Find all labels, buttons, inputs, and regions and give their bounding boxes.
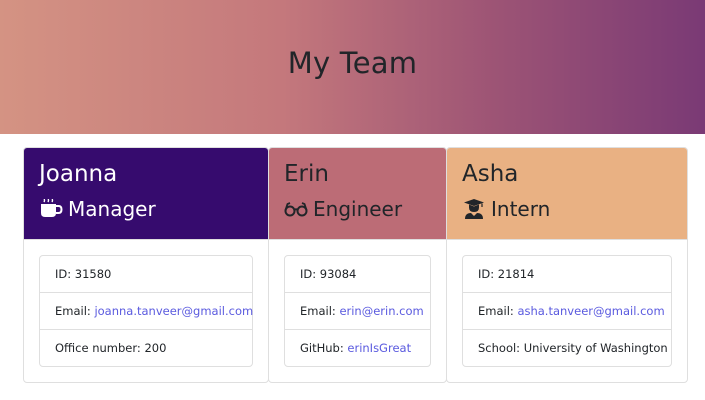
employee-role-label: Intern: [491, 197, 551, 221]
employee-details-list: ID: 21814 Email: asha.tanveer@gmail.com …: [462, 255, 672, 367]
employee-role-label: Manager: [68, 197, 156, 221]
email-link[interactable]: joanna.tanveer@gmail.com: [94, 304, 253, 318]
school-value: University of Washington: [523, 341, 668, 355]
office-number-label: Office number:: [55, 341, 145, 355]
school-label: School:: [478, 341, 524, 355]
office-number-value: 200: [144, 341, 167, 355]
email-row: Email: joanna.tanveer@gmail.com: [40, 292, 253, 329]
id-row: ID: 21814: [463, 256, 671, 292]
employee-details-list: ID: 93084 Email: erin@erin.com GitHub: e…: [284, 255, 431, 367]
employee-details-list: ID: 31580 Email: joanna.tanveer@gmail.co…: [39, 255, 253, 367]
office-number-row: Office number: 200: [40, 329, 252, 366]
school-row: School: University of Washington: [463, 329, 671, 366]
employee-name: Joanna: [39, 161, 118, 187]
email-label: Email:: [300, 304, 340, 318]
coffee-mug-icon: [41, 199, 63, 217]
github-label: GitHub:: [300, 341, 348, 355]
id-label: ID:: [55, 267, 75, 281]
employee-role: Intern: [462, 196, 687, 222]
employee-role-label: Engineer: [313, 197, 403, 221]
page-title: My Team: [287, 46, 418, 80]
id-label: ID:: [478, 267, 498, 281]
id-label: ID:: [300, 267, 320, 281]
card-header: Erin Engineer: [269, 148, 446, 240]
email-row: Email: erin@erin.com: [285, 292, 430, 329]
employee-card-engineer: Erin Engineer ID: 93084 Email: erin@erin…: [268, 147, 447, 383]
id-value: 93084: [319, 267, 357, 281]
employee-role: Engineer: [284, 196, 446, 222]
email-row: Email: asha.tanveer@gmail.com: [463, 292, 671, 329]
id-value: 21814: [497, 267, 535, 281]
github-row: GitHub: erinIsGreat: [285, 329, 430, 366]
header-banner: My Team: [0, 0, 705, 134]
email-link[interactable]: asha.tanveer@gmail.com: [517, 304, 664, 318]
employee-name: Asha: [462, 161, 519, 187]
graduate-icon: [464, 199, 484, 219]
employee-card-manager: Joanna Manager ID: 31580 Email: joanna.t…: [23, 147, 269, 383]
card-header: Asha Intern: [447, 148, 687, 240]
email-label: Email:: [55, 304, 95, 318]
card-header: Joanna Manager: [24, 148, 268, 240]
employee-card-intern: Asha Intern ID: 21814 Email: asha.tanvee…: [446, 147, 688, 383]
github-link[interactable]: erinIsGreat: [347, 341, 411, 355]
employee-role: Manager: [39, 196, 268, 222]
email-label: Email:: [478, 304, 518, 318]
id-row: ID: 31580: [40, 256, 252, 292]
glasses-icon: [284, 202, 308, 217]
email-link[interactable]: erin@erin.com: [339, 304, 423, 318]
id-value: 31580: [74, 267, 112, 281]
employee-name: Erin: [284, 161, 329, 187]
id-row: ID: 93084: [285, 256, 430, 292]
